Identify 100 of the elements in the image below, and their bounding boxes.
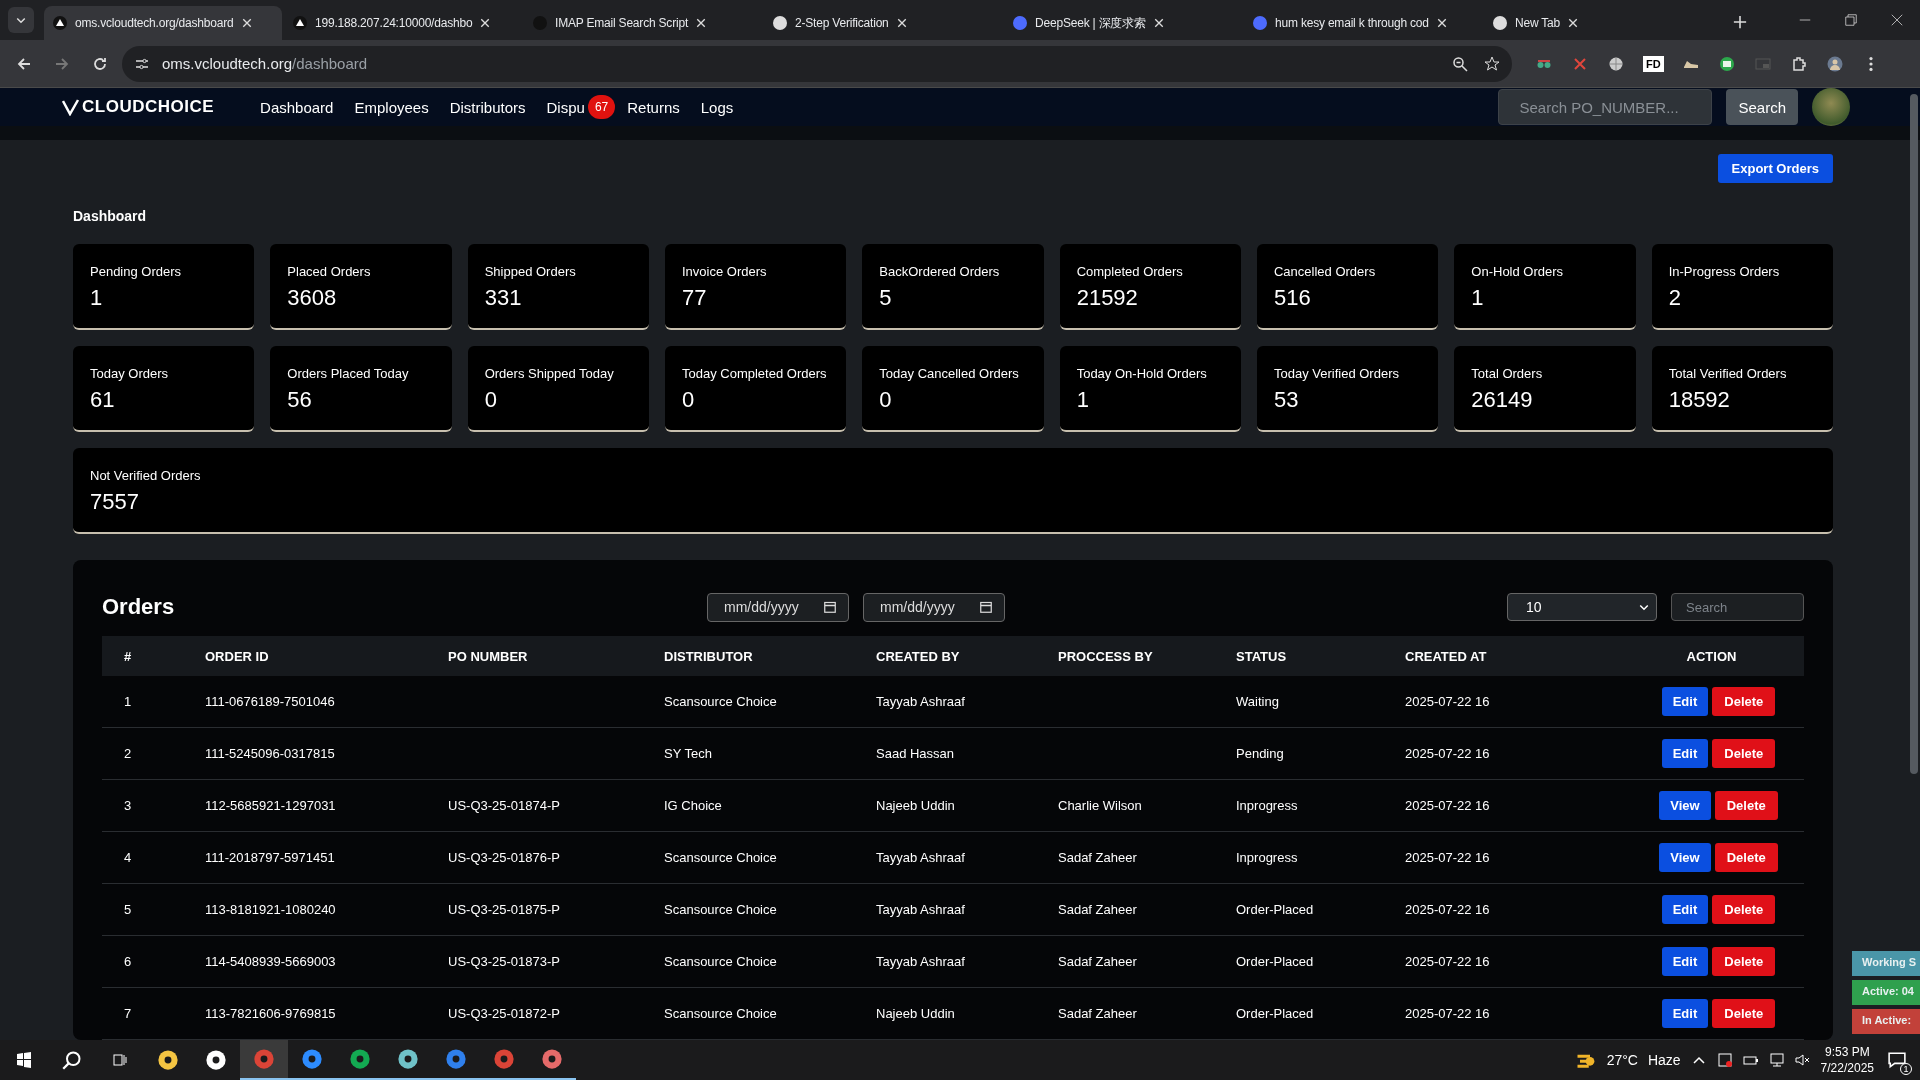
delete-button[interactable]: Delete: [1712, 895, 1776, 924]
table-cell: 113-7821606-9769815: [205, 1006, 336, 1021]
action-button[interactable]: Edit: [1661, 739, 1709, 768]
nav-link[interactable]: Dashboard: [260, 98, 334, 116]
favicon-icon: [772, 15, 788, 31]
action-button[interactable]: Edit: [1661, 999, 1709, 1028]
close-icon: [1435, 17, 1448, 29]
action-button[interactable]: Edit: [1661, 895, 1709, 924]
delete-button[interactable]: Delete: [1712, 947, 1776, 976]
stat-value: 516: [1274, 285, 1312, 311]
table-cell: Saad Hassan: [876, 746, 955, 761]
export-button[interactable]: Export Orders: [1717, 154, 1833, 183]
table-cell: Inprogress: [1236, 850, 1298, 865]
tab-title: hum kesy email k through cod: [1275, 16, 1429, 30]
delete-button[interactable]: Delete: [1712, 999, 1776, 1028]
action-button[interactable]: View: [1659, 843, 1711, 872]
scrollbar[interactable]: [1910, 94, 1918, 774]
stat-value: 7557: [90, 489, 140, 515]
table-cell: Sadaf Zaheer: [1058, 954, 1137, 969]
table-cell: Charlie Wilson: [1058, 798, 1142, 813]
nav-link[interactable]: Returns: [627, 98, 680, 116]
action-button[interactable]: Edit: [1661, 687, 1709, 716]
windows-icon: [16, 1052, 32, 1068]
table-cell: Najeeb Uddin: [876, 1006, 955, 1021]
network-icon: [1768, 1052, 1785, 1068]
table-cell: 2025-07-22 16: [1405, 694, 1490, 709]
table-cell: Sadaf Zaheer: [1058, 902, 1137, 917]
table-cell: US-Q3-25-01873-P: [448, 954, 560, 969]
close-icon: [240, 17, 253, 29]
stat-label: Not Verified Orders: [90, 468, 202, 483]
action-button[interactable]: View: [1659, 791, 1711, 820]
delete-button[interactable]: Delete: [1714, 843, 1778, 872]
tab-search-button[interactable]: [8, 7, 34, 33]
nav-link[interactable]: Logs: [700, 98, 734, 116]
browser-tab[interactable]: New Tab: [1484, 6, 1722, 40]
favicon-icon: [1252, 15, 1268, 31]
picture-in-picture-icon: [1754, 55, 1771, 72]
stat-label: On-Hold Orders: [1471, 264, 1565, 279]
stat-value: 0: [879, 387, 893, 413]
stat-value: 61: [90, 387, 116, 413]
stat-label: Completed Orders: [1076, 264, 1184, 279]
search-field[interactable]: Search PO_NUMBER...: [1498, 89, 1713, 125]
table-cell: 5: [124, 902, 132, 917]
table-cell: Scansource Choice: [664, 902, 777, 917]
action-button[interactable]: Edit: [1661, 947, 1709, 976]
column-header: PROCCESS BY: [1058, 648, 1153, 664]
weather-text: Haze: [1647, 1052, 1681, 1068]
delete-button[interactable]: Delete: [1712, 739, 1776, 768]
search-button[interactable]: Search: [1726, 89, 1798, 125]
table-cell: Sadaf Zaheer: [1058, 850, 1137, 865]
delete-button[interactable]: Delete: [1712, 687, 1776, 716]
column-header: PO NUMBER: [448, 648, 528, 664]
browser-tab[interactable]: IMAP Email Search Script: [524, 6, 762, 40]
zoom-icon: [1452, 55, 1468, 72]
stat-label: In-Progress Orders: [1668, 264, 1781, 279]
stat-label: Today Completed Orders: [682, 366, 828, 381]
nav-link[interactable]: Employees: [354, 98, 429, 116]
close-icon: [695, 17, 708, 29]
browser-tab[interactable]: 2-Step Verification: [764, 6, 1002, 40]
browser-tab[interactable]: 199.188.207.24:10000/dashbo: [284, 6, 522, 40]
address-bar[interactable]: oms.vcloudtech.org/dashboard: [122, 45, 1512, 82]
search-field[interactable]: Search: [1671, 593, 1804, 621]
stat-value: 21592: [1076, 285, 1139, 311]
stat-label: BackOrdered Orders: [879, 264, 1001, 279]
page-size-select[interactable]: 10: [1507, 593, 1657, 621]
browser-tab[interactable]: oms.vcloudtech.org/dashboard: [44, 6, 282, 40]
tab-title: 2-Step Verification: [795, 16, 889, 30]
table-cell: SY Tech: [664, 746, 712, 761]
browser-tab[interactable]: hum kesy email k through cod: [1244, 6, 1482, 40]
stat-label: Shipped Orders: [484, 264, 577, 279]
table-cell: Tayyab Ashraaf: [876, 850, 965, 865]
speaker-muted-icon: [1794, 1052, 1811, 1068]
stat-value: 1: [1471, 285, 1485, 311]
close-icon: [1891, 14, 1903, 26]
table-cell: Waiting: [1236, 694, 1279, 709]
extension-button[interactable]: FD: [1643, 55, 1664, 72]
stat-label: Cancelled Orders: [1274, 264, 1377, 279]
table-cell: 1: [124, 694, 132, 709]
table-cell: US-Q3-25-01872-P: [448, 1006, 560, 1021]
status-tab[interactable]: In Active:: [1852, 1009, 1920, 1034]
table-cell: Scansource Choice: [664, 850, 777, 865]
cross-icon: [1572, 55, 1588, 72]
close-icon: [895, 17, 908, 29]
avatar[interactable]: [1812, 88, 1850, 126]
stat-value: 1: [1076, 387, 1090, 413]
section-title: Orders: [102, 594, 176, 620]
plus-icon: [1733, 15, 1747, 29]
column-header: ACTION: [1686, 648, 1737, 664]
date-field[interactable]: mm/dd/yyyy: [863, 592, 1005, 622]
delete-button[interactable]: Delete: [1714, 791, 1778, 820]
table-cell: 7: [124, 1006, 132, 1021]
notifications-button[interactable]: 1: [1884, 1047, 1910, 1073]
browser-tab[interactable]: DeepSeek | 深度求索: [1004, 6, 1242, 40]
date-field[interactable]: mm/dd/yyyy: [707, 592, 849, 622]
stat-value: 331: [484, 285, 523, 311]
table-cell: 113-8181921-1080240: [205, 902, 336, 917]
nav-link[interactable]: Distributors: [449, 98, 526, 116]
nav-link[interactable]: Dispu: [546, 98, 585, 116]
taskbar-app[interactable]: [240, 1040, 288, 1080]
table-cell: 2025-07-22 16: [1405, 746, 1490, 761]
